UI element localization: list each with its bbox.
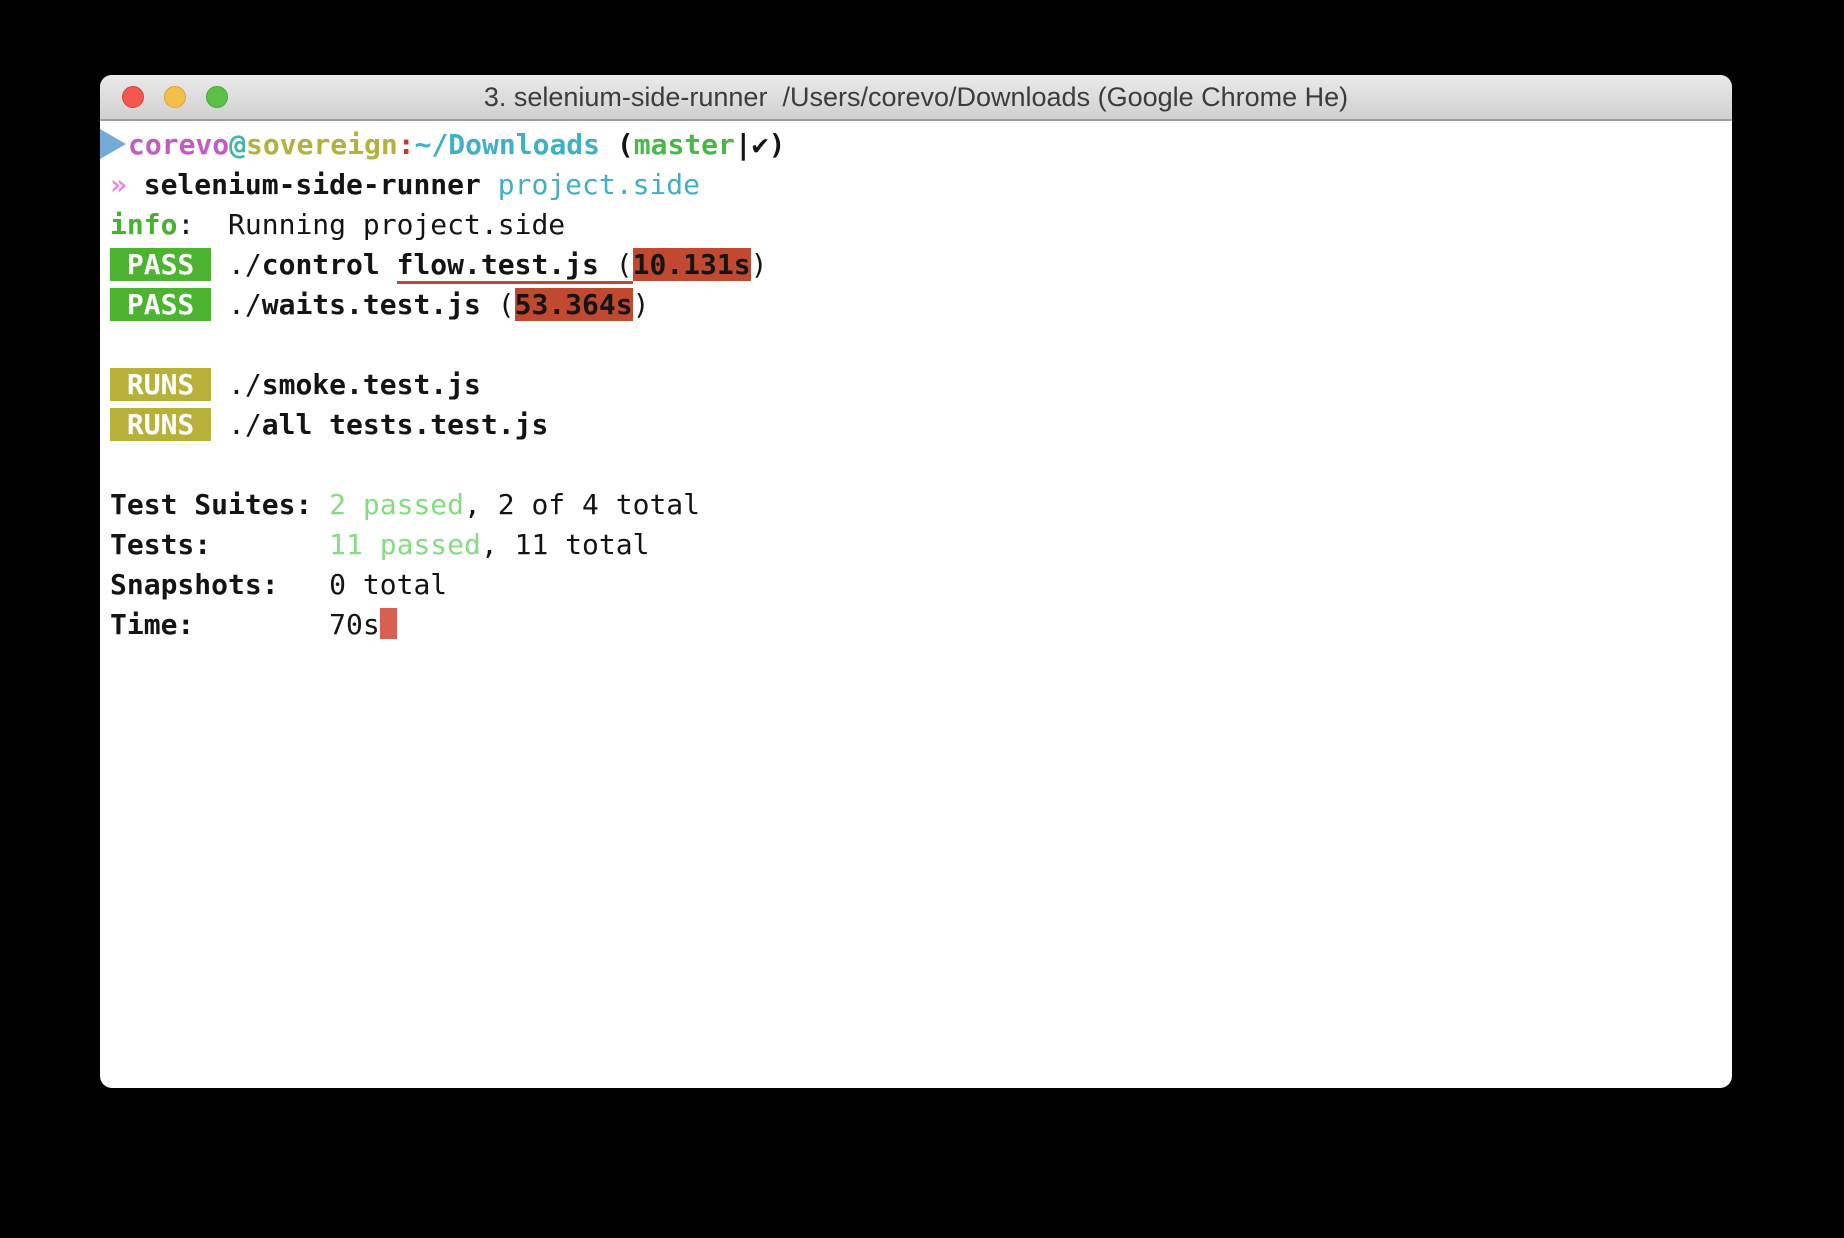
- zoom-button[interactable]: [206, 86, 228, 108]
- pass-badge: PASS: [110, 288, 212, 321]
- close-button[interactable]: [122, 86, 144, 108]
- summary-passed-count: 2 passed: [329, 488, 465, 521]
- terminal-text-segment: (: [598, 248, 633, 284]
- prompt-arrow-icon: [100, 129, 126, 159]
- test-file-name: smoke.test.js: [261, 368, 481, 401]
- terminal-text-segment: ): [750, 248, 768, 281]
- summary-total: 0 total: [329, 568, 448, 601]
- terminal-text-segment: ./: [228, 248, 262, 281]
- command-argument: project.side: [497, 168, 701, 201]
- summary-label: Snapshots:: [110, 568, 330, 601]
- test-file-name: control: [261, 248, 397, 281]
- summary-time-value: 70s: [329, 608, 380, 641]
- test-file-name: flow.test.js: [396, 248, 599, 284]
- terminal-text-segment: :: [177, 208, 195, 241]
- command-name: selenium-side-runner: [143, 168, 481, 201]
- prompt-username: corevo: [128, 128, 230, 161]
- log-message: Running project.side: [194, 208, 566, 241]
- summary-passed-count: 11 passed: [329, 528, 481, 561]
- terminal-line: » selenium-side-runner project.side: [110, 165, 1722, 205]
- terminal-line: Time: 70s: [110, 605, 1722, 645]
- summary-total: , 2 of 4 total: [464, 488, 701, 521]
- summary-total: , 11 total: [480, 528, 650, 561]
- runs-badge: RUNS: [110, 368, 212, 401]
- git-status-check: |✔): [734, 128, 786, 161]
- pass-badge: PASS: [110, 248, 212, 281]
- summary-label: Time:: [110, 608, 330, 641]
- prompt-hostname: sovereign: [246, 128, 398, 161]
- test-duration: 53.364s: [514, 288, 633, 321]
- command-prompt-chevron: »: [110, 168, 127, 201]
- test-duration: 10.131s: [632, 248, 751, 281]
- window-title: 3. selenium-side-runner /Users/corevo/Do…: [483, 81, 1349, 112]
- terminal-text-segment: ./: [228, 408, 262, 441]
- terminal-cursor: [379, 608, 397, 639]
- terminal-line: PASS ./waits.test.js (53.364s): [110, 285, 1722, 325]
- git-branch: master: [633, 128, 735, 161]
- minimize-button[interactable]: [164, 86, 186, 108]
- traffic-lights: [122, 75, 228, 119]
- terminal-line: PASS ./control flow.test.js (10.131s): [110, 245, 1722, 285]
- terminal-window: 3. selenium-side-runner /Users/corevo/Do…: [100, 75, 1732, 1088]
- prompt-paren: (: [600, 128, 634, 161]
- terminal-line: Snapshots: 0 total: [110, 565, 1722, 605]
- terminal-line: RUNS ./all tests.test.js: [110, 405, 1722, 445]
- terminal-text-segment: ./: [228, 288, 262, 321]
- prompt-at: @: [229, 128, 247, 161]
- terminal-line: Tests: 11 passed, 11 total: [110, 525, 1722, 565]
- terminal-line: corevo@sovereign:~/Downloads (master|✔): [100, 125, 1722, 165]
- prompt-colon: :: [397, 128, 415, 161]
- summary-label: Tests:: [110, 528, 330, 561]
- window-titlebar[interactable]: 3. selenium-side-runner /Users/corevo/Do…: [100, 75, 1732, 121]
- test-file-name: all tests.test.js: [261, 408, 549, 441]
- terminal-line: info: Running project.side: [110, 205, 1722, 245]
- terminal-text-segment: ): [632, 288, 650, 321]
- summary-label: Test Suites:: [110, 488, 330, 521]
- runs-badge: RUNS: [110, 408, 212, 441]
- terminal-text-segment: ./: [228, 368, 262, 401]
- prompt-path: ~/Downloads: [414, 128, 601, 161]
- terminal-line: RUNS ./smoke.test.js: [110, 365, 1722, 405]
- terminal-text-segment: (: [480, 288, 515, 321]
- terminal-body[interactable]: corevo@sovereign:~/Downloads (master|✔)»…: [100, 121, 1732, 649]
- test-file-name: waits.test.js: [261, 288, 481, 321]
- log-level: info: [110, 208, 178, 241]
- terminal-line: Test Suites: 2 passed, 2 of 4 total: [110, 485, 1722, 525]
